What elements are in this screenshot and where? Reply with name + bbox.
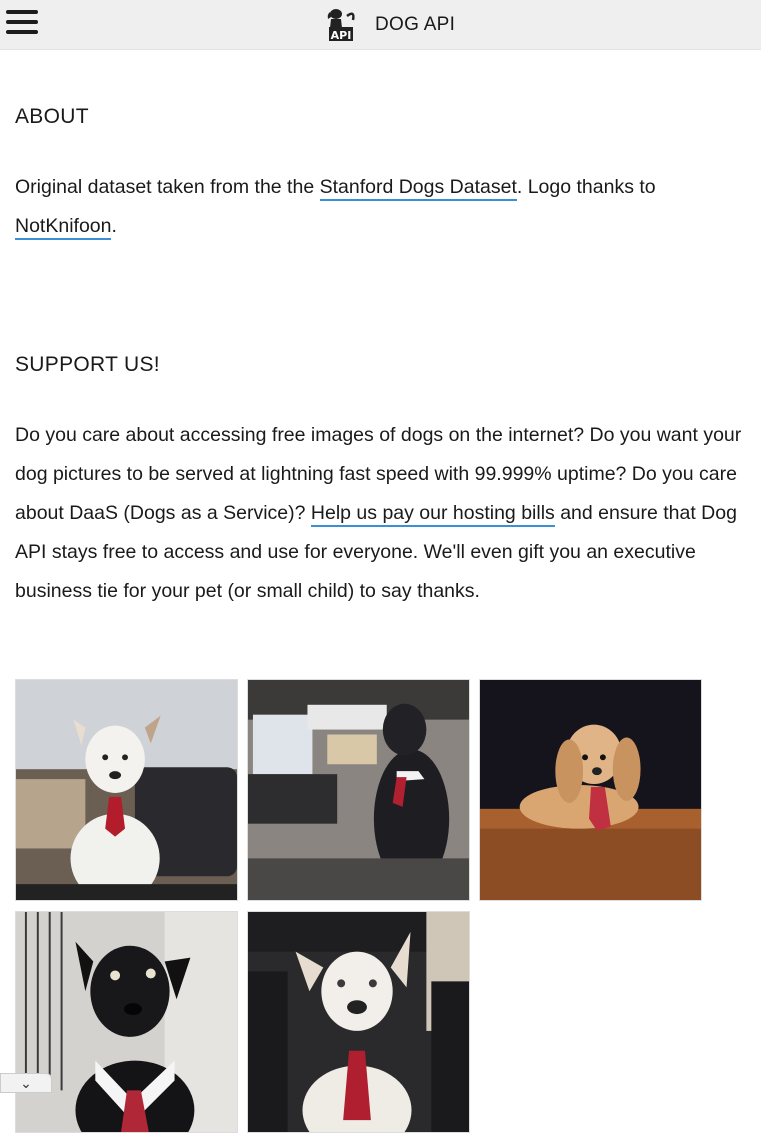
dog-photo-3[interactable]	[479, 679, 702, 901]
about-text-2: . Logo thanks to	[516, 176, 656, 198]
support-heading: SUPPORT US!	[15, 353, 160, 376]
dog-photo-2[interactable]	[247, 679, 470, 901]
svg-text:API: API	[331, 29, 352, 42]
about-text-3: .	[111, 215, 117, 237]
dog-api-logo-icon: API	[327, 9, 355, 42]
help-us-pay-hosting-link[interactable]: Help us pay our hosting bills	[310, 502, 555, 527]
top-nav-bar: API DOG API	[0, 0, 761, 50]
support-paragraph: Do you care about accessing free images …	[15, 416, 760, 611]
chevron-down-icon[interactable]: ⌄	[0, 1073, 52, 1093]
hamburger-menu-icon[interactable]	[6, 8, 38, 36]
brand-home-link[interactable]: API DOG API	[325, 8, 455, 42]
notknifoon-link[interactable]: NotKnifoon	[15, 215, 112, 240]
stanford-dogs-dataset-link[interactable]: Stanford Dogs Dataset	[319, 176, 517, 201]
dog-photo-4[interactable]	[15, 911, 238, 1133]
about-heading: ABOUT	[15, 105, 89, 128]
about-text-1: Original dataset taken from the the	[15, 176, 320, 198]
dog-photo-1[interactable]	[15, 679, 238, 901]
about-paragraph: Original dataset taken from the the Stan…	[15, 168, 755, 246]
dog-photo-5[interactable]	[247, 911, 470, 1133]
brand-name: DOG API	[375, 14, 456, 35]
